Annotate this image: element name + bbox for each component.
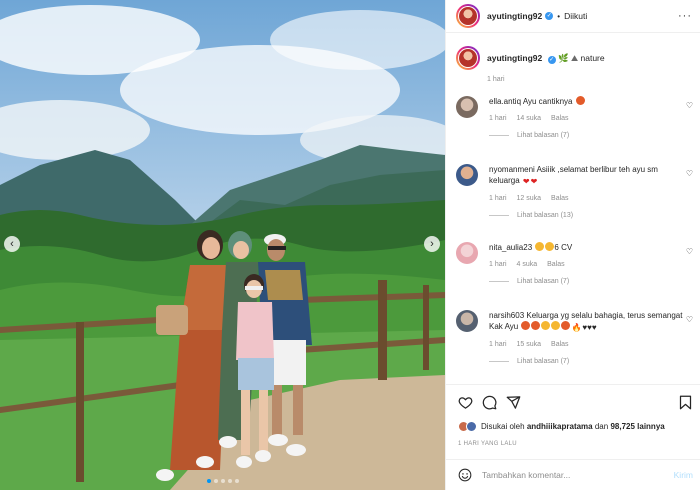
liker-username[interactable]: andhiiikapratama — [527, 422, 593, 431]
caption-username[interactable]: ayutingting92 — [487, 53, 542, 63]
leaf-emoji: 🌿 — [558, 52, 569, 63]
fire-emoji: 🔥 — [571, 323, 582, 332]
comment-likes[interactable]: 14 suka — [517, 115, 542, 122]
comment-username[interactable]: narsih603 — [489, 311, 524, 320]
likes-summary[interactable]: Disukai oleh andhiiikapratama dan 98,725… — [458, 421, 665, 432]
comment-item: ella.antiq Ayu cantiknya 1 hari 14 suka Ba… — [456, 96, 700, 139]
carousel-dot — [220, 479, 225, 483]
comment-time: 1 hari — [489, 261, 507, 268]
reply-button[interactable]: Balas — [547, 261, 565, 268]
post-caption: ayutingting92 ✓ 🌿 ⛰ nature 1 hari — [456, 46, 696, 83]
black-heart-emoji: ♥♥♥ — [582, 323, 597, 332]
caption-text: nature — [580, 52, 605, 63]
comment-input[interactable] — [482, 470, 674, 480]
avatar[interactable] — [456, 4, 480, 28]
chevron-left-icon[interactable]: ‹ — [4, 236, 20, 252]
post-header: ayutingting92 ✓ • Diikuti ··· — [446, 0, 700, 33]
photo-image — [0, 0, 445, 490]
verified-icon: ✓ — [545, 12, 554, 20]
post-time: 1 HARI YANG LALU — [458, 441, 517, 447]
reply-button[interactable]: Balas — [551, 115, 569, 122]
comment-heart-icon[interactable]: ♡ — [686, 247, 693, 256]
view-replies-label: Lihat balasan (7) — [517, 278, 570, 285]
comment-heart-icon[interactable]: ♡ — [686, 169, 693, 178]
comment-item: nita_aulia23 6 CV 1 hari 4 suka Balas Liha… — [456, 242, 700, 285]
comment-time: 1 hari — [489, 195, 507, 202]
emoji — [531, 321, 541, 330]
emoji — [541, 321, 551, 330]
view-replies-label: Lihat balasan (13) — [517, 212, 574, 219]
carousel-dot — [227, 479, 232, 483]
comment-avatar[interactable] — [456, 242, 478, 264]
caption-time: 1 hari — [487, 76, 505, 83]
post-actions: Disukai oleh andhiiikapratama dan 98,725… — [446, 384, 700, 459]
more-icon[interactable]: ··· — [678, 10, 692, 22]
bookmark-icon[interactable] — [678, 395, 693, 410]
comment-username[interactable]: nyomanmeni — [489, 165, 535, 174]
comment-heart-icon[interactable]: ♡ — [686, 101, 693, 110]
emoji — [561, 321, 571, 330]
comment-heart-icon[interactable]: ♡ — [686, 315, 693, 324]
view-replies-label: Lihat balasan (7) — [517, 358, 570, 365]
post-photo[interactable]: ‹ › — [0, 0, 445, 490]
username-link[interactable]: ayutingting92 — [487, 11, 542, 21]
reply-button[interactable]: Balas — [551, 195, 569, 202]
view-replies-label: Lihat balasan (7) — [517, 132, 570, 139]
liker-avatar — [466, 421, 477, 432]
carousel-dots — [0, 479, 445, 483]
emoji — [535, 242, 545, 251]
comment-time: 1 hari — [489, 115, 507, 122]
post-comment-button[interactable]: Kirim — [674, 470, 693, 480]
comment-icon[interactable] — [482, 395, 497, 410]
comment-avatar[interactable] — [456, 96, 478, 118]
share-icon[interactable] — [506, 395, 521, 410]
comment-text: Ayu cantiknya — [522, 97, 573, 106]
comments-list[interactable]: ayutingting92 ✓ 🌿 ⛰ nature 1 hari ella.a… — [446, 34, 700, 384]
comment-item: narsih603 Keluarga yg selalu bahagia, te… — [456, 310, 700, 365]
view-replies-button[interactable]: Lihat balasan (13) — [489, 212, 689, 219]
comment-avatar[interactable] — [456, 164, 478, 186]
comment-likes[interactable]: 4 suka — [517, 261, 538, 268]
view-replies-button[interactable]: Lihat balasan (7) — [489, 358, 689, 365]
chevron-right-icon[interactable]: › — [424, 236, 440, 252]
separator: • — [557, 11, 561, 21]
emoji — [575, 96, 585, 105]
emoji — [551, 321, 561, 330]
likes-count[interactable]: 98,725 lainnya — [610, 422, 664, 431]
carousel-dot — [213, 479, 218, 483]
view-replies-button[interactable]: Lihat balasan (7) — [489, 278, 689, 285]
heart-emoji: ❤ — [530, 177, 538, 186]
carousel-dot — [206, 479, 211, 483]
caption-avatar[interactable] — [456, 46, 480, 70]
add-comment-bar: Kirim — [446, 459, 700, 490]
emoji-icon[interactable] — [458, 468, 472, 482]
comment-username[interactable]: nita_aulia23 — [489, 243, 532, 252]
heart-icon[interactable] — [458, 395, 473, 410]
comment-likes[interactable]: 15 suka — [517, 341, 542, 348]
heart-emoji: ❤ — [522, 177, 530, 186]
emoji — [521, 321, 531, 330]
comment-time: 1 hari — [489, 341, 507, 348]
carousel-dot — [234, 479, 239, 483]
likes-conj: dan — [594, 422, 609, 431]
post-side-panel: ayutingting92 ✓ • Diikuti ··· ayutingtin… — [445, 0, 700, 490]
comment-username[interactable]: ella.antiq — [489, 97, 521, 106]
comment-likes[interactable]: 12 suka — [517, 195, 542, 202]
verified-icon: ✓ — [547, 55, 556, 64]
comment-text: 6 CV — [554, 243, 573, 252]
comment-item: nyomanmeni Asiiik ,selamat berlibur teh … — [456, 164, 700, 219]
likes-prefix: Disukai oleh — [481, 422, 525, 431]
reply-button[interactable]: Balas — [551, 341, 569, 348]
follow-button[interactable]: Diikuti — [564, 11, 587, 21]
mountain-emoji: ⛰ — [570, 52, 579, 63]
comment-avatar[interactable] — [456, 310, 478, 332]
view-replies-button[interactable]: Lihat balasan (7) — [489, 132, 689, 139]
